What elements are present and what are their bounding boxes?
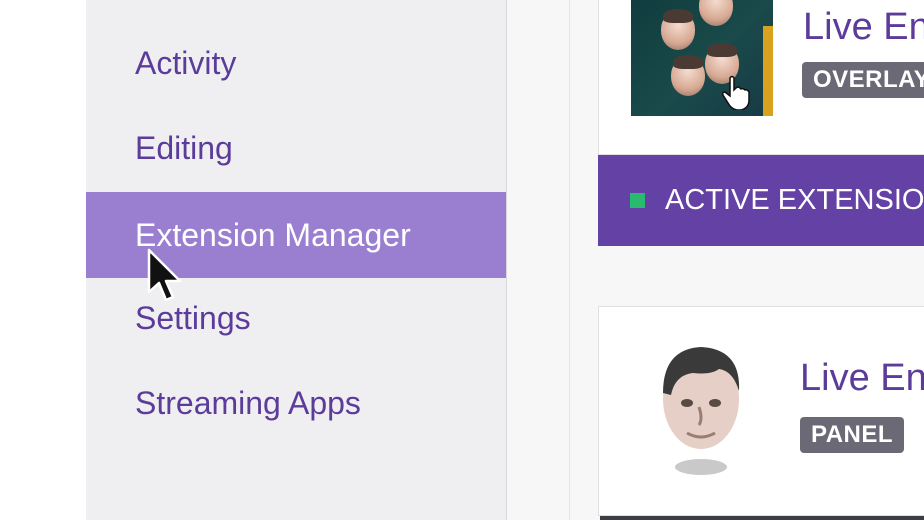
next-card-edge [600,516,924,520]
mouse-pointer-icon [147,248,182,302]
extension-title[interactable]: Live En [803,6,924,49]
kappa-faces-thumbnail [631,0,773,116]
sidebar-item-label: Settings [135,299,251,336]
sidebar-item-activity[interactable]: Activity [86,20,506,106]
sidebar-item-streaming-apps[interactable]: Streaming Apps [86,360,506,446]
extension-card-overlay[interactable]: Live En OVERLAY [598,0,924,155]
sidebar-item-label: Editing [135,129,233,166]
hand-cursor-icon [722,75,750,110]
kappa-face-avatar [663,347,740,475]
status-dot-icon [630,193,645,208]
sidebar-item-editing[interactable]: Editing [86,105,506,191]
active-extensions-header: ACTIVE EXTENSIO [598,155,924,246]
section-label: ACTIVE EXTENSIO [665,184,924,216]
thumbnail-stripe [763,26,773,116]
sidebar-item-label: Activity [135,44,237,81]
extension-card-panel[interactable]: Live En PANEL [598,306,924,516]
kappa-face-icon [661,9,695,50]
extension-type-badge: OVERLAY [802,62,924,98]
kappa-face-icon [671,55,705,96]
sidebar-item-label: Streaming Apps [135,384,361,421]
extensions-content: Live En OVERLAY ACTIVE EXTENSIO Live En … [570,0,924,520]
extension-title[interactable]: Live En [800,357,924,400]
kappa-face-icon [699,0,733,26]
content-gutter [507,0,570,520]
left-gutter [0,0,86,520]
extension-type-badge: PANEL [800,417,905,453]
